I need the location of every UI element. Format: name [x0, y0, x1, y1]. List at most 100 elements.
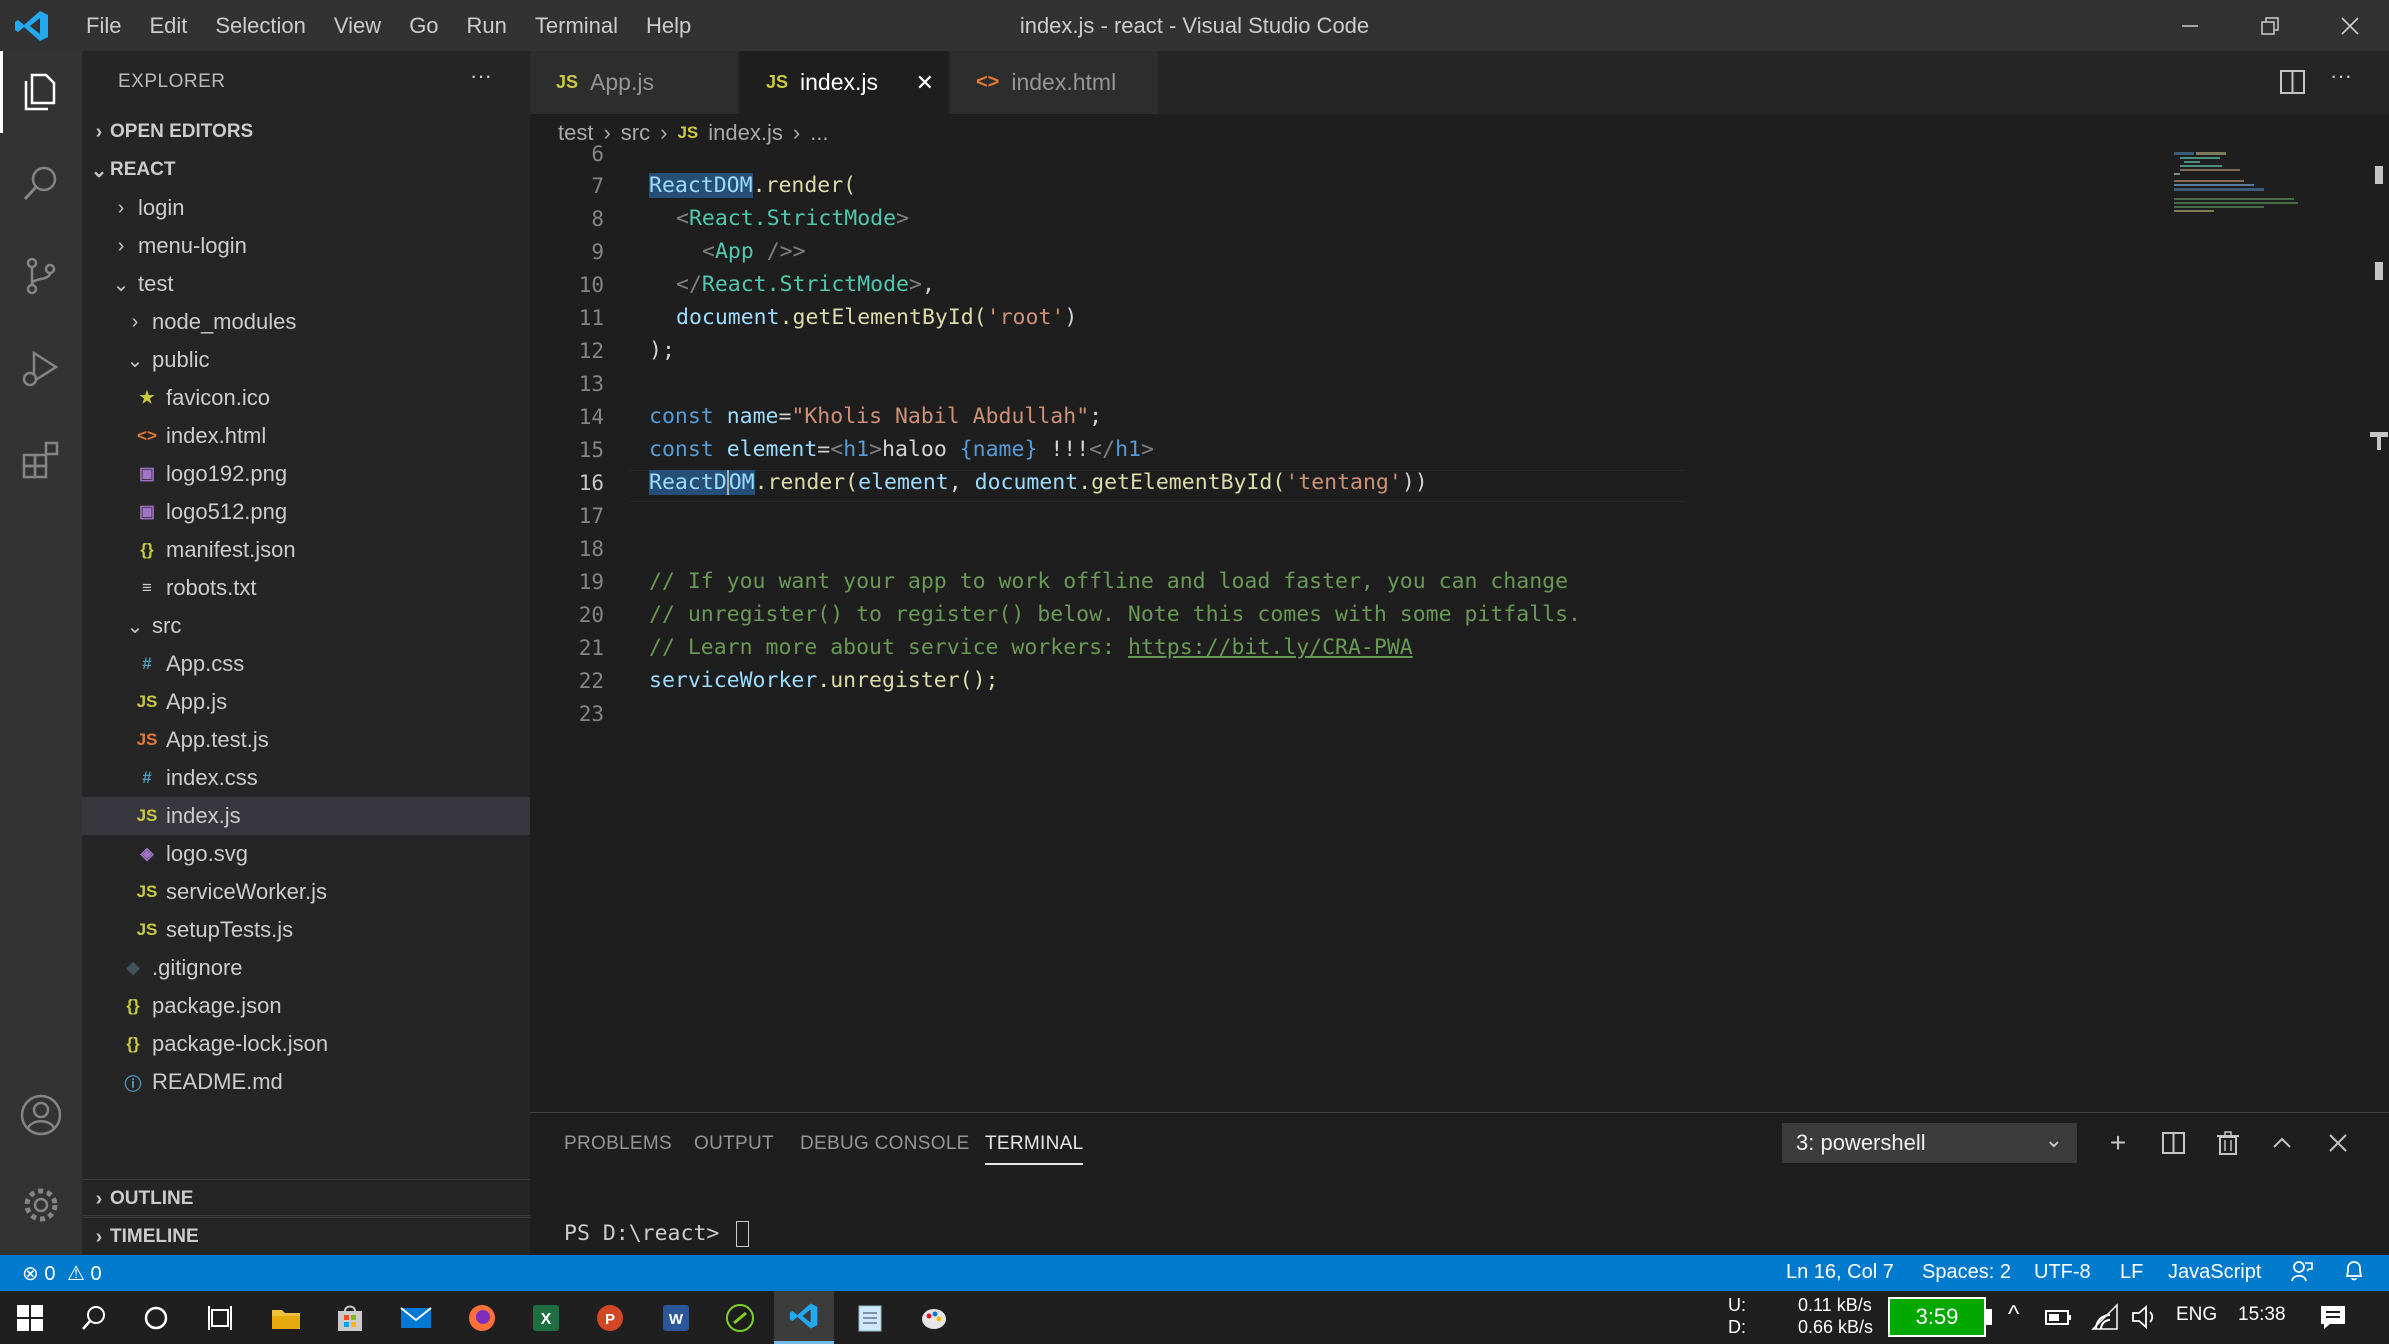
source-control-icon[interactable] — [0, 235, 82, 317]
code-link[interactable]: https://bit.ly/CRA-PWA — [1128, 635, 1413, 660]
tab-terminal[interactable]: TERMINAL — [985, 1133, 1084, 1165]
restore-button[interactable] — [2230, 0, 2310, 51]
tab-debug-console[interactable]: DEBUG CONSOLE — [800, 1133, 970, 1155]
notepad-icon[interactable] — [840, 1291, 900, 1344]
tree-item-favicon[interactable]: ★ favicon.ico — [82, 379, 530, 417]
explorer-icon[interactable] — [0, 51, 82, 133]
scrollbar-thumb[interactable] — [2370, 432, 2388, 450]
open-editors-section[interactable]: › OPEN EDITORS — [82, 113, 530, 151]
battery-meter[interactable]: 3:59 — [1888, 1297, 1986, 1337]
store-icon[interactable] — [320, 1291, 380, 1344]
extensions-icon[interactable] — [0, 419, 82, 501]
tree-item-setup-tests[interactable]: JS setupTests.js — [82, 911, 530, 949]
tree-item-gitignore[interactable]: ◆ .gitignore — [82, 949, 530, 987]
tree-item-package-lock[interactable]: {} package-lock.json — [82, 1025, 530, 1063]
settings-gear-icon[interactable] — [0, 1164, 82, 1246]
tree-item-index-html[interactable]: <> index.html — [82, 417, 530, 455]
tab-app-js[interactable]: JS App.js — [530, 51, 738, 114]
tree-item-label: README.md — [152, 1069, 283, 1094]
windows-start-icon[interactable] — [0, 1291, 60, 1344]
clock[interactable]: 15:38 — [2238, 1304, 2286, 1326]
vscode-taskbar-icon[interactable] — [774, 1291, 834, 1344]
tree-item-package-json[interactable]: {} package.json — [82, 987, 530, 1025]
tree-item-manifest[interactable]: {} manifest.json — [82, 531, 530, 569]
tree-item-service-worker[interactable]: JS serviceWorker.js — [82, 873, 530, 911]
trash-icon[interactable] — [2208, 1123, 2248, 1163]
tab-label: App.js — [590, 69, 654, 95]
language-mode[interactable]: JavaScript — [2168, 1261, 2261, 1284]
minimize-button[interactable] — [2150, 0, 2230, 51]
more-actions-icon[interactable]: ··· — [470, 63, 492, 89]
account-icon[interactable] — [0, 1074, 82, 1156]
chevron-up-icon[interactable]: ^ — [2008, 1301, 2019, 1329]
run-debug-icon[interactable] — [0, 327, 82, 409]
tree-item-label: src — [152, 613, 182, 638]
tree-item-app-test-js[interactable]: JS App.test.js — [82, 721, 530, 759]
encoding[interactable]: UTF-8 — [2034, 1261, 2091, 1284]
tree-item-public[interactable]: ⌄ public — [82, 341, 530, 379]
tree-item-src[interactable]: ⌄ src — [82, 607, 530, 645]
powerpoint-icon[interactable]: P — [580, 1291, 640, 1344]
breadcrumb-item[interactable]: src — [621, 120, 650, 146]
terminal-prompt[interactable]: PS D:\react> — [564, 1221, 750, 1247]
excel-icon[interactable]: X — [516, 1291, 576, 1344]
battery-icon[interactable] — [2044, 1303, 2074, 1336]
word-icon[interactable]: W — [646, 1291, 706, 1344]
tree-item-index-css[interactable]: # index.css — [82, 759, 530, 797]
timeline-section[interactable]: › TIMELINE — [82, 1217, 530, 1256]
close-panel-icon[interactable] — [2318, 1123, 2358, 1163]
tree-item-index-js[interactable]: JS index.js — [82, 797, 530, 835]
tree-item-menu-login[interactable]: › menu-login — [82, 227, 530, 265]
outline-section[interactable]: › OUTLINE — [82, 1179, 530, 1218]
end-of-line[interactable]: LF — [2120, 1261, 2143, 1284]
indentation[interactable]: Spaces: 2 — [1922, 1261, 2011, 1284]
problems-indicator[interactable]: ⊗ 0 ⚠ 0 — [22, 1261, 102, 1286]
tree-item-login[interactable]: › login — [82, 189, 530, 227]
line-number: 13 — [578, 372, 604, 396]
terminal-select[interactable]: 3: powershell ⌄ — [1782, 1123, 2077, 1163]
close-window-button[interactable] — [2310, 0, 2389, 51]
notification-bell-icon[interactable] — [2342, 1259, 2366, 1289]
tab-problems[interactable]: PROBLEMS — [564, 1133, 672, 1155]
file-explorer-icon[interactable] — [256, 1291, 316, 1344]
tree-item-app-js[interactable]: JS App.js — [82, 683, 530, 721]
tree-item-node-modules[interactable]: › node_modules — [82, 303, 530, 341]
cursor-position[interactable]: Ln 16, Col 7 — [1786, 1261, 1894, 1284]
more-actions-icon[interactable]: ··· — [2330, 63, 2352, 89]
volume-icon[interactable] — [2130, 1303, 2160, 1336]
js-file-icon: JS — [136, 920, 158, 939]
tree-item-logo192[interactable]: ▣ logo192.png — [82, 455, 530, 493]
net-upload-speed: 0.11 kB/s — [1798, 1295, 1872, 1315]
search-icon[interactable] — [64, 1291, 124, 1344]
paint-icon[interactable] — [904, 1291, 964, 1344]
close-tab-icon[interactable]: ✕ — [916, 70, 934, 96]
split-terminal-icon[interactable] — [2154, 1123, 2194, 1163]
breadcrumb-item[interactable]: ... — [810, 120, 828, 146]
feedback-icon[interactable] — [2290, 1259, 2314, 1289]
breadcrumb-item[interactable]: index.js — [708, 120, 783, 146]
tree-item-robots[interactable]: ≡ robots.txt — [82, 569, 530, 607]
firefox-icon[interactable] — [452, 1291, 512, 1344]
tab-index-js[interactable]: JS index.js ✕ — [740, 51, 948, 114]
input-language[interactable]: ENG — [2176, 1304, 2217, 1326]
app-icon[interactable] — [710, 1291, 770, 1344]
tree-item-readme[interactable]: ⓘ README.md — [82, 1063, 530, 1101]
minimap[interactable] — [2170, 152, 2370, 232]
project-section[interactable]: ⌄ REACT — [82, 151, 530, 189]
tab-index-html[interactable]: <> index.html — [950, 51, 1158, 114]
search-icon[interactable] — [0, 143, 82, 225]
action-center-icon[interactable] — [2318, 1303, 2348, 1336]
code-editor[interactable]: 6 7 8 9 10 11 12 13 14 15 16 17 18 19 20… — [530, 142, 2389, 1112]
tree-item-logo512[interactable]: ▣ logo512.png — [82, 493, 530, 531]
wifi-icon[interactable] — [2090, 1303, 2120, 1336]
task-view-icon[interactable] — [190, 1291, 250, 1344]
mail-icon[interactable] — [386, 1291, 446, 1344]
tree-item-logo-svg[interactable]: ◈ logo.svg — [82, 835, 530, 873]
tab-output[interactable]: OUTPUT — [694, 1133, 774, 1155]
maximize-panel-icon[interactable] — [2262, 1123, 2302, 1163]
split-editor-icon[interactable] — [2278, 67, 2308, 97]
tree-item-test[interactable]: ⌄ test — [82, 265, 530, 303]
tree-item-app-css[interactable]: # App.css — [82, 645, 530, 683]
new-terminal-icon[interactable]: + — [2098, 1123, 2138, 1163]
cortana-icon[interactable] — [126, 1291, 186, 1344]
